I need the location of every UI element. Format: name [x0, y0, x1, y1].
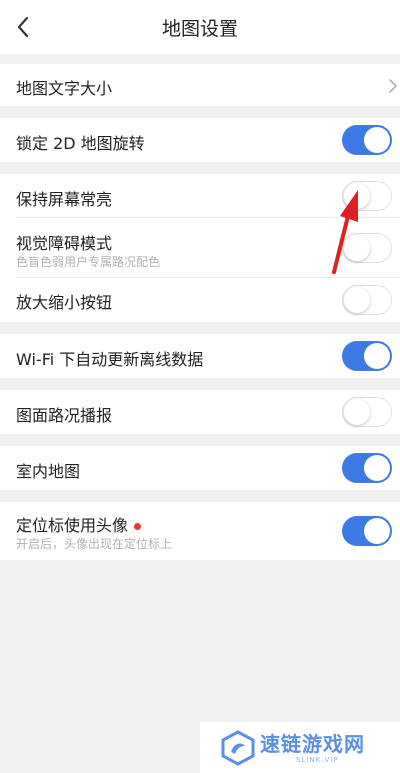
setting-label: 图面路况播报: [16, 406, 113, 425]
setting-row-text-size[interactable]: 地图文字大小: [0, 64, 400, 106]
setting-row-lock-2d: 锁定 2D 地图旋转: [0, 118, 400, 162]
toggle-knob: [344, 399, 370, 425]
setting-label: 定位标使用头像: [16, 512, 142, 536]
setting-row-traffic-broadcast: 图面路况播报: [0, 390, 400, 434]
avatar-marker-toggle[interactable]: [342, 516, 392, 546]
indoor-map-toggle[interactable]: [342, 453, 392, 483]
setting-label: 室内地图: [16, 462, 81, 481]
setting-label: 地图文字大小: [16, 79, 113, 98]
setting-row-indoor-map: 室内地图: [0, 446, 400, 490]
toggle-knob: [364, 455, 390, 481]
watermark-logo: 速链游戏网 SLINK.VIP: [200, 722, 400, 773]
setting-label: Wi-Fi 下自动更新离线数据: [16, 350, 204, 369]
setting-label: 锁定 2D 地图旋转: [16, 134, 145, 153]
setting-label-text: 定位标使用头像: [16, 516, 129, 535]
wifi-update-toggle[interactable]: [342, 341, 392, 371]
toggle-knob: [364, 127, 390, 153]
setting-row-avatar-marker: 定位标使用头像 开启后，头像出现在定位标上: [0, 502, 400, 560]
page-title: 地图设置: [161, 17, 238, 40]
toggle-knob: [364, 343, 390, 369]
setting-label: 视觉障碍模式: [16, 234, 113, 253]
lock-2d-toggle[interactable]: [342, 125, 392, 155]
header-bar: 地图设置: [0, 0, 400, 54]
toggle-knob: [364, 518, 390, 544]
zoom-buttons-toggle[interactable]: [342, 285, 392, 315]
toggle-knob: [344, 287, 370, 313]
logo-icon: [221, 730, 255, 766]
setting-label: 放大缩小按钮: [16, 293, 113, 312]
setting-subtitle: 色盲色弱用户专属路况配色: [16, 255, 161, 269]
new-badge-dot: [134, 523, 142, 530]
setting-label: 保持屏幕常亮: [16, 190, 113, 209]
setting-subtitle: 开启后，头像出现在定位标上: [16, 537, 173, 551]
watermark-brand: 速链游戏网: [260, 732, 365, 756]
setting-row-wifi-update: Wi-Fi 下自动更新离线数据: [0, 334, 400, 378]
watermark-url: SLINK.VIP: [296, 756, 339, 764]
annotation-arrow-icon: [332, 190, 358, 274]
chevron-right-icon: [389, 79, 397, 93]
traffic-broadcast-toggle[interactable]: [342, 397, 392, 427]
setting-row-zoom-buttons: 放大缩小按钮: [0, 278, 400, 322]
